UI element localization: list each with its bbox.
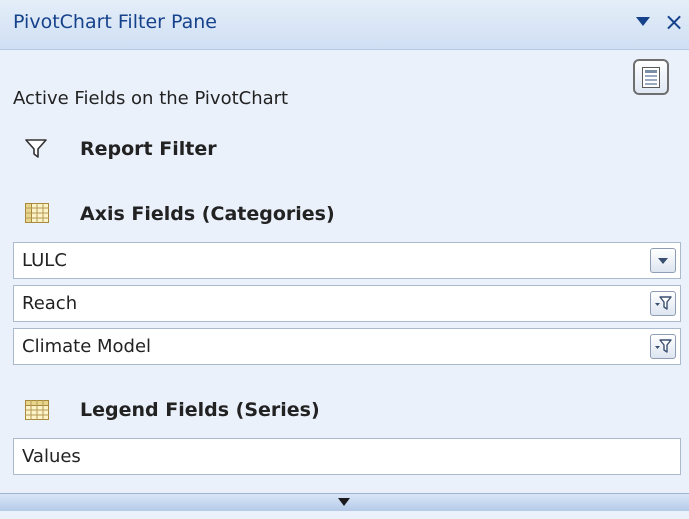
legend-fields-label: Legend Fields (Series) xyxy=(80,399,320,421)
axis-fields-label: Axis Fields (Categories) xyxy=(80,203,335,225)
pane-expand-bar[interactable] xyxy=(0,493,689,511)
field-filter-button[interactable] xyxy=(650,334,676,359)
active-fields-heading: Active Fields on the PivotChart xyxy=(13,88,289,109)
field-list-layout-button[interactable] xyxy=(633,59,669,95)
axis-field-climate-model[interactable]: Climate Model xyxy=(13,328,681,365)
legend-fields-grid-icon xyxy=(25,400,49,424)
filter-applied-icon xyxy=(655,296,672,310)
field-dropdown-button[interactable] xyxy=(650,248,676,273)
axis-field-reach[interactable]: Reach xyxy=(13,285,681,322)
close-icon[interactable]: × xyxy=(664,8,684,36)
field-label: Climate Model xyxy=(22,336,152,357)
filter-funnel-icon xyxy=(25,139,47,163)
field-label: LULC xyxy=(22,250,67,271)
field-label: Values xyxy=(22,446,81,467)
field-list-layout-icon xyxy=(642,67,660,88)
pane-title: PivotChart Filter Pane xyxy=(13,11,217,33)
field-label: Reach xyxy=(22,293,78,314)
pane-menu-dropdown-icon[interactable] xyxy=(636,17,650,26)
pane-title-bar: PivotChart Filter Pane × xyxy=(0,0,689,50)
dropdown-arrow-icon xyxy=(658,258,668,264)
filter-applied-icon xyxy=(655,339,672,353)
axis-field-lulc[interactable]: LULC xyxy=(13,242,681,279)
legend-field-values[interactable]: Values xyxy=(13,438,681,475)
report-filter-label: Report Filter xyxy=(80,138,217,160)
field-filter-button[interactable] xyxy=(650,291,676,316)
axis-fields-grid-icon xyxy=(25,203,49,227)
expand-down-arrow-icon xyxy=(338,498,350,506)
pivotchart-filter-pane: PivotChart Filter Pane × Active Fields o… xyxy=(0,0,689,519)
